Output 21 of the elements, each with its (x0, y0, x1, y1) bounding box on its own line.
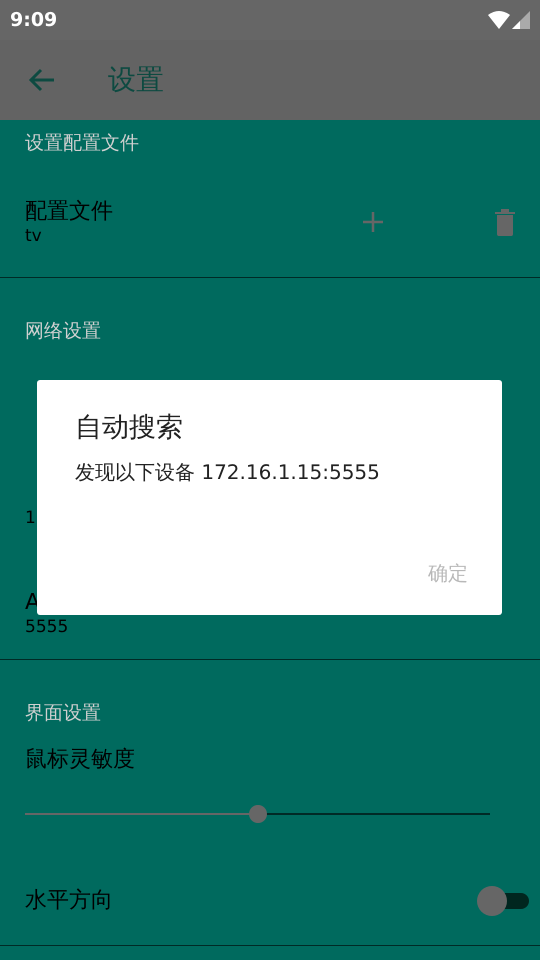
section-header: 网络设置 (24, 319, 102, 344)
slider-thumb[interactable] (248, 805, 266, 823)
item-subtitle: 5555 (25, 617, 70, 637)
section-header: 界面设置 (24, 701, 102, 726)
dialog-title: 自动搜索 (75, 411, 184, 445)
wifi-icon (488, 11, 510, 29)
plus-icon (361, 210, 385, 234)
slider[interactable] (25, 805, 490, 823)
section-header: 设置配置文件 (24, 131, 140, 156)
item-title: 水平方向 (25, 886, 113, 914)
toolbar-title: 设置 (108, 62, 164, 98)
back-arrow-icon (29, 68, 55, 92)
item-subtitle: 1 (25, 508, 37, 528)
signal-icon (512, 11, 530, 29)
trash-icon (494, 208, 516, 236)
toggle-switch[interactable] (477, 886, 529, 916)
item-title: 配置文件 (25, 198, 114, 226)
dialog-message: 发现以下设备 172.16.1.15:5555 (75, 459, 381, 486)
item-title: 鼠标灵敏度 (25, 746, 136, 774)
item-subtitle: tv (25, 226, 43, 246)
status-time: 9:09 (10, 8, 58, 33)
